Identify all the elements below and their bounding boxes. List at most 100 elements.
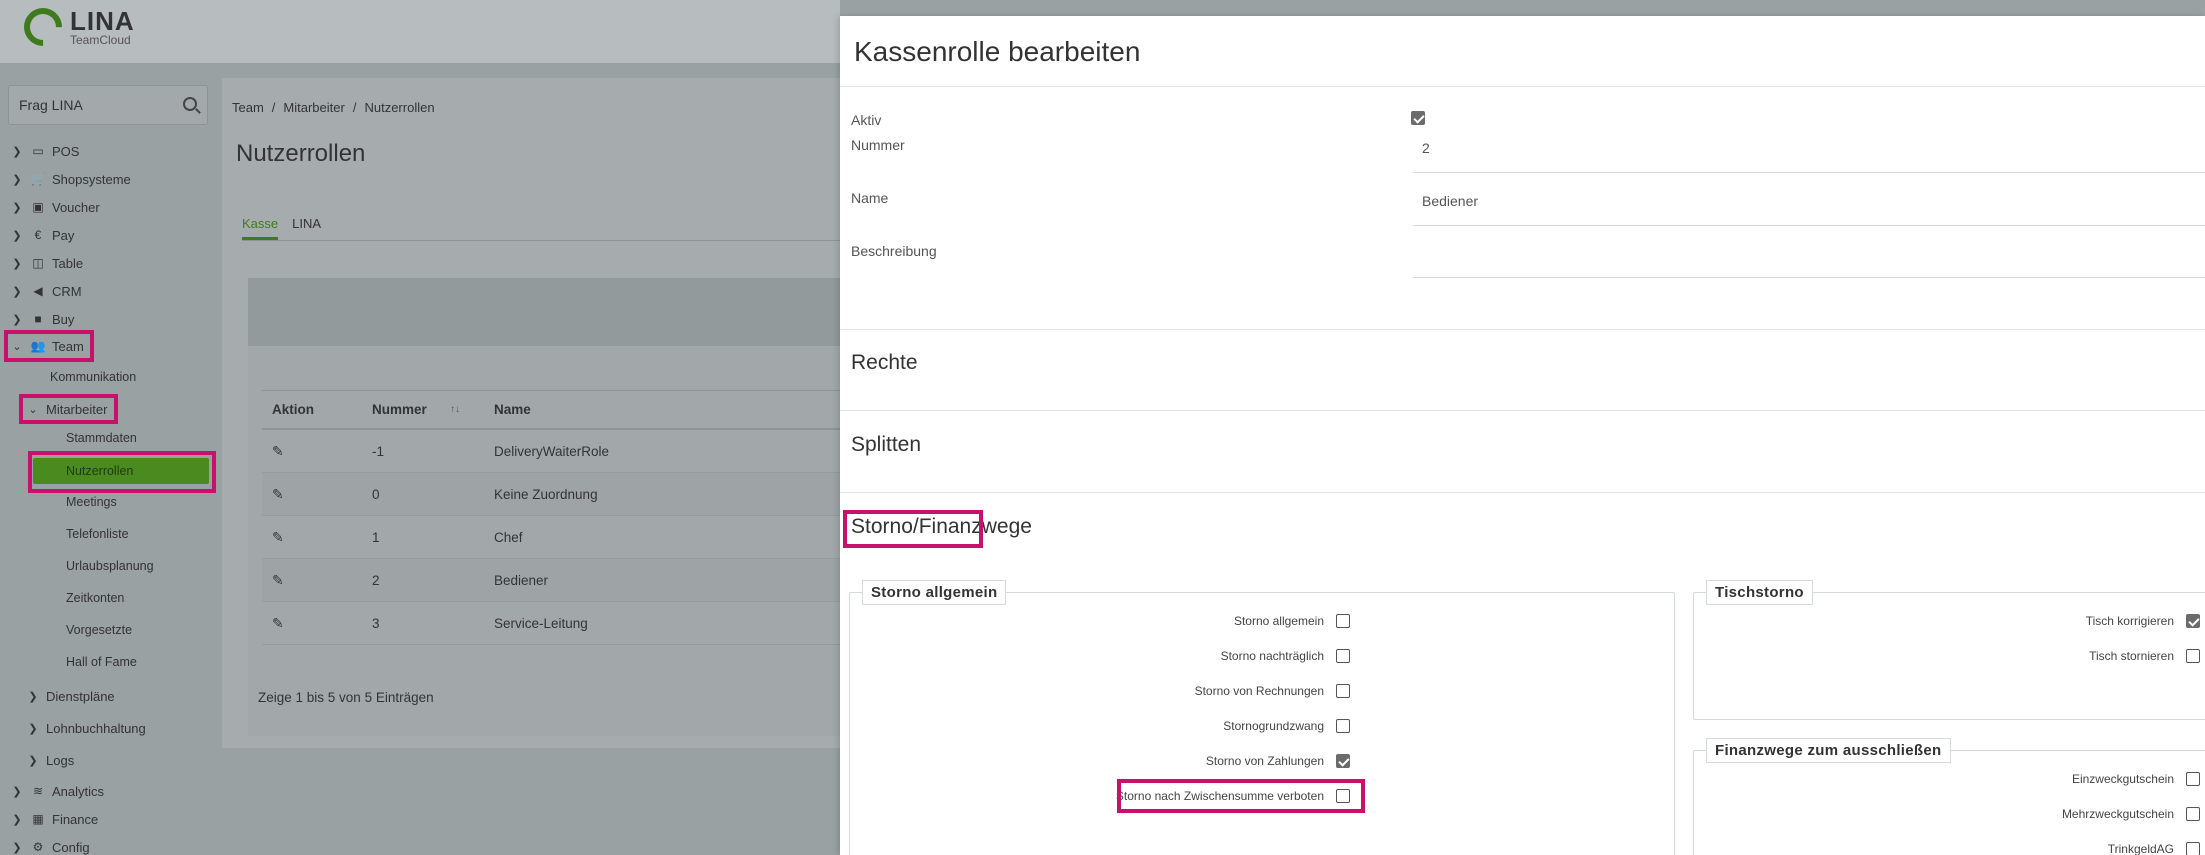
sidebar-item-label: Logs: [46, 752, 75, 768]
cell-number: -1: [372, 443, 385, 459]
aktiv-label: Aktiv: [851, 112, 882, 128]
option-storno-von-zahlungen[interactable]: Storno von Zahlungen: [1206, 754, 1350, 768]
chevron-right-icon: ❯: [28, 722, 38, 735]
sidebar-item-table[interactable]: ❯ ◫ Table: [10, 251, 83, 275]
option-tisch-korrigieren[interactable]: Tisch korrigieren: [2086, 614, 2200, 628]
section-splitten[interactable]: Splitten: [851, 433, 921, 457]
sidebar-item-voucher[interactable]: ❯ ▣ Voucher: [10, 195, 100, 219]
checkbox[interactable]: [1336, 649, 1350, 663]
main-content: Team / Mitarbeiter / Nutzerrollen Nutzer…: [222, 78, 840, 748]
sidebar-item-shopsysteme[interactable]: ❯ 🛒 Shopsysteme: [10, 167, 130, 191]
sidebar-item-dienstplaene[interactable]: ❯ Dienstpläne: [26, 684, 114, 708]
chevron-right-icon: ❯: [12, 173, 22, 186]
cell-name: Bediener: [494, 572, 549, 588]
sidebar-item-hall-of-fame[interactable]: Hall of Fame: [66, 651, 137, 673]
sidebar-item-analytics[interactable]: ❯ ≋ Analytics: [10, 779, 104, 803]
cell-name: DeliveryWaiterRole: [494, 443, 610, 459]
option-trinkgeldag[interactable]: TrinkgeldAG: [2108, 842, 2200, 855]
sidebar-item-meetings[interactable]: Meetings: [66, 491, 117, 513]
chevron-right-icon: ❯: [12, 785, 22, 798]
sidebar-item-lohnbuchhaltung[interactable]: ❯ Lohnbuchhaltung: [26, 716, 145, 740]
sidebar-item-stammdaten[interactable]: Stammdaten: [66, 427, 137, 449]
fieldset-storno-allgemein: Storno allgemein Storno allgemein Storno…: [849, 580, 1675, 855]
book-icon: ◫: [32, 256, 44, 270]
cell-name: Chef: [494, 529, 523, 545]
cell-name: Keine Zuordnung: [494, 486, 598, 502]
checkbox[interactable]: [2186, 807, 2200, 821]
pencil-icon[interactable]: ✎: [272, 443, 284, 460]
sidebar-item-pay[interactable]: ❯ € Pay: [10, 223, 74, 247]
sidebar-item-zeitkonten[interactable]: Zeitkonten: [66, 587, 124, 609]
cell-number: 3: [372, 615, 380, 631]
name-field[interactable]: Bediener: [1422, 193, 1478, 209]
col-header-name[interactable]: Name: [486, 402, 840, 417]
option-mehrzweckgutschein[interactable]: Mehrzweckgutschein: [2062, 807, 2200, 821]
highlight-mitarbeiter: [19, 394, 118, 424]
sidebar-item-pos[interactable]: ❯ ▭ POS: [10, 139, 79, 163]
option-label: TrinkgeldAG: [2107, 842, 2174, 855]
option-storno-von-rechnungen[interactable]: Storno von Rechnungen: [1195, 684, 1350, 698]
checkbox[interactable]: [1336, 754, 1350, 768]
option-tisch-stornieren[interactable]: Tisch stornieren: [2089, 649, 2200, 663]
cell-number: 0: [372, 486, 380, 502]
sidebar-item-urlaubsplanung[interactable]: Urlaubsplanung: [66, 555, 154, 577]
sidebar-item-finance[interactable]: ❯ ▦ Finance: [10, 807, 98, 831]
table-row: ✎ -1 DeliveryWaiterRole: [262, 430, 840, 473]
pencil-icon[interactable]: ✎: [272, 529, 284, 546]
roles-panel: Aktion Nummer ↑↓ Name ✎ -1 DeliveryWaite…: [248, 278, 840, 736]
sidebar-item-crm[interactable]: ❯ ◀ CRM: [10, 279, 81, 303]
lina-logo[interactable]: LINA TeamCloud: [16, 0, 135, 54]
sidebar-item-logs[interactable]: ❯ Logs: [26, 748, 74, 772]
sidebar-item-telefonliste[interactable]: Telefonliste: [66, 523, 129, 545]
name-label: Name: [851, 190, 889, 206]
sidebar-item-config[interactable]: ❯ ⚙ Config: [10, 835, 89, 855]
checkbox[interactable]: [1336, 614, 1350, 628]
breadcrumb-nutzerrollen: Nutzerrollen: [364, 100, 435, 115]
sort-icon[interactable]: ↑↓: [450, 404, 460, 415]
sidebar-item-kommunikation[interactable]: Kommunikation: [50, 366, 136, 388]
aktiv-checkbox[interactable]: [1411, 111, 1425, 125]
nummer-field[interactable]: 2: [1422, 140, 1430, 156]
breadcrumb-team[interactable]: Team: [232, 100, 264, 115]
checkbox[interactable]: [2186, 614, 2200, 628]
checkbox[interactable]: [2186, 772, 2200, 786]
checkbox[interactable]: [2186, 649, 2200, 663]
option-stornogrundzwang[interactable]: Stornogrundzwang: [1223, 719, 1350, 733]
sidebar-item-label: Stammdaten: [66, 431, 137, 445]
checkbox[interactable]: [1336, 719, 1350, 733]
pencil-icon[interactable]: ✎: [272, 615, 284, 632]
option-storno-allgemein[interactable]: Storno allgemein: [1234, 614, 1350, 628]
sidebar-item-label: Zeitkonten: [66, 591, 125, 605]
cell-number: 2: [372, 572, 380, 588]
sidebar-item-label: Voucher: [52, 199, 100, 215]
euro-icon: €: [34, 228, 42, 242]
section-rechte[interactable]: Rechte: [851, 351, 918, 375]
sidebar-item-label: Urlaubsplanung: [66, 559, 154, 573]
search-icon[interactable]: [183, 97, 197, 111]
option-label: Stornogrundzwang: [1223, 719, 1324, 733]
col-header-number-label: Nummer: [372, 402, 427, 417]
pencil-icon[interactable]: ✎: [272, 486, 284, 503]
table-row: ✎ 1 Chef: [262, 516, 840, 559]
col-header-number[interactable]: Nummer ↑↓: [364, 402, 486, 417]
sidebar-item-vorgesetzte[interactable]: Vorgesetzte: [66, 619, 132, 641]
pencil-icon[interactable]: ✎: [272, 572, 284, 589]
breadcrumb-mitarbeiter[interactable]: Mitarbeiter: [283, 100, 344, 115]
col-header-action: Aktion: [272, 402, 314, 417]
checkbox[interactable]: [2186, 842, 2200, 855]
table-header: Aktion Nummer ↑↓ Name: [262, 390, 840, 430]
search-input[interactable]: [9, 86, 179, 124]
beschreibung-field[interactable]: [1413, 238, 2205, 278]
tab-lina[interactable]: LINA: [292, 216, 321, 240]
sidebar-item-label: Telefonliste: [66, 527, 129, 541]
breadcrumb: Team / Mitarbeiter / Nutzerrollen: [232, 100, 435, 115]
tab-kasse[interactable]: Kasse: [242, 216, 279, 240]
option-einzweckgutschein[interactable]: Einzweckgutschein: [2072, 772, 2200, 786]
sidebar-item-buy[interactable]: ❯ ■ Buy: [10, 307, 74, 331]
highlight-nutzerrollen: [28, 451, 216, 493]
nummer-label: Nummer: [851, 137, 905, 153]
name-underline: [1413, 225, 2205, 226]
top-bar: LINA TeamCloud: [0, 0, 840, 63]
checkbox[interactable]: [1336, 684, 1350, 698]
option-storno-nachtraeglich[interactable]: Storno nachträglich: [1221, 649, 1350, 663]
